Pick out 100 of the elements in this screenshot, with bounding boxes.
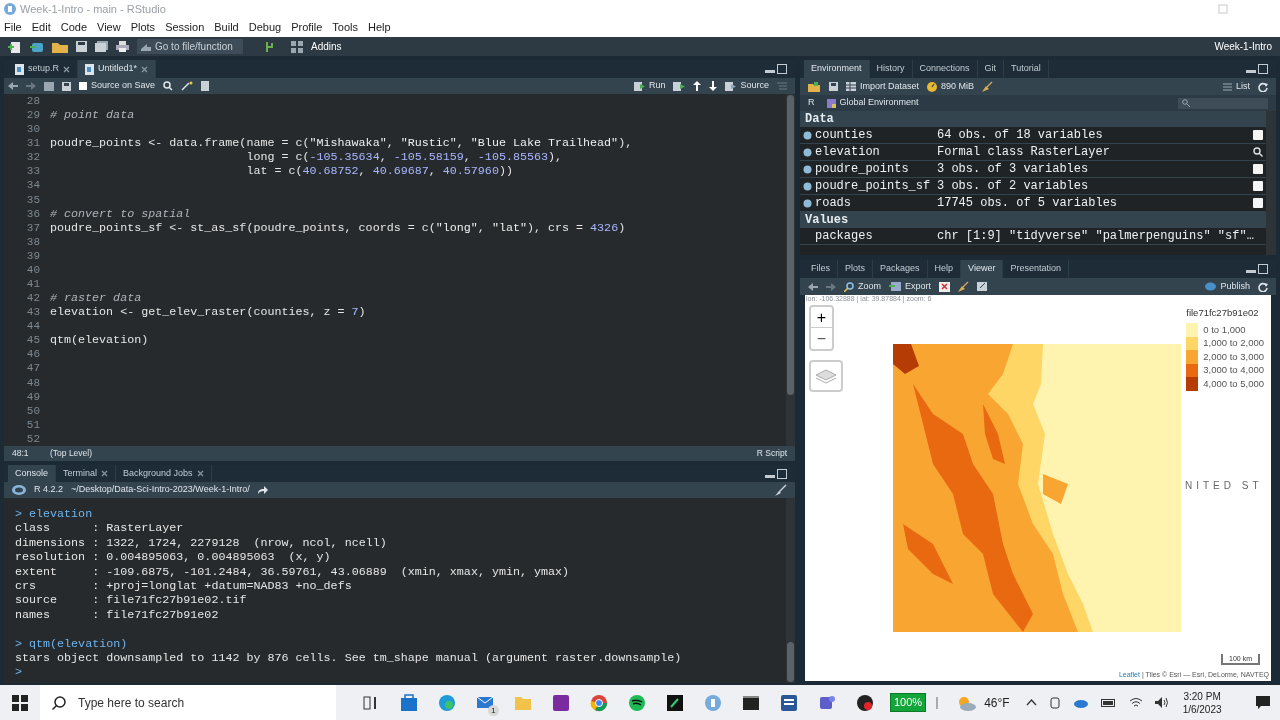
expand-dot-icon[interactable] xyxy=(803,198,812,208)
maximize-icon[interactable] xyxy=(777,64,787,74)
word-icon[interactable] xyxy=(780,693,798,712)
recording-app-icon[interactable] xyxy=(856,693,874,712)
go-to-directory-icon[interactable] xyxy=(257,486,268,494)
broom-icon[interactable] xyxy=(958,281,970,292)
chrome-icon[interactable] xyxy=(590,693,608,712)
show-in-window-icon[interactable] xyxy=(44,81,54,91)
print-icon[interactable] xyxy=(116,41,129,52)
environment-row[interactable]: elevation Formal class RasterLayer xyxy=(800,144,1266,161)
open-project-icon[interactable] xyxy=(30,40,44,53)
magic-wand-icon[interactable] xyxy=(181,81,194,91)
search-icon[interactable] xyxy=(1253,147,1263,157)
refresh-icon[interactable] xyxy=(1258,281,1268,292)
close-icon[interactable] xyxy=(63,65,71,73)
terminal-app-icon[interactable] xyxy=(666,693,684,712)
menu-item[interactable]: Profile xyxy=(291,19,323,36)
pane-tab[interactable]: Environment xyxy=(804,60,870,78)
source-on-save-checkbox[interactable]: Source on Save xyxy=(79,79,156,93)
up-arrow-icon[interactable] xyxy=(693,81,702,91)
environment-row[interactable]: counties 64 obs. of 18 variables xyxy=(800,127,1266,144)
chevron-up-icon[interactable] xyxy=(1025,699,1037,706)
close-icon[interactable] xyxy=(196,470,204,477)
menu-item[interactable]: File xyxy=(4,19,22,36)
folder-icon[interactable] xyxy=(52,40,68,53)
scrollbar[interactable] xyxy=(786,94,795,446)
search-icon[interactable] xyxy=(163,81,174,91)
expand-dot-icon[interactable] xyxy=(803,164,812,174)
search-field[interactable] xyxy=(1178,97,1268,109)
menu-item[interactable]: Tools xyxy=(332,19,359,36)
taskbar-search-field[interactable]: Type here to search xyxy=(40,685,336,720)
pane-tab[interactable]: Console xyxy=(8,465,57,482)
maximize-icon[interactable] xyxy=(1258,264,1268,274)
cloud-icon[interactable] xyxy=(1072,697,1089,708)
device-icon[interactable] xyxy=(1048,696,1061,709)
menu-item[interactable]: Edit xyxy=(31,19,51,36)
memory-usage-button[interactable]: 890 MiB xyxy=(927,79,975,94)
rerun-icon[interactable] xyxy=(673,81,686,91)
import-dataset-button[interactable]: Import Dataset xyxy=(846,79,920,94)
save-icon[interactable] xyxy=(76,41,87,52)
windows-start-icon[interactable] xyxy=(12,694,28,711)
grid-icon[interactable] xyxy=(291,40,303,53)
git-branch-icon[interactable] xyxy=(263,40,275,53)
notifications-icon[interactable] xyxy=(1256,696,1270,709)
zoom-button[interactable]: Zoom xyxy=(844,279,881,294)
maximize-icon[interactable] xyxy=(777,468,787,479)
publish-menu[interactable]: Publish xyxy=(1205,279,1250,294)
load-workspace-icon[interactable] xyxy=(808,81,821,92)
broom-icon[interactable] xyxy=(982,81,994,92)
menu-item[interactable]: View xyxy=(97,19,121,36)
environment-row[interactable]: poudre_points 3 obs. of 3 variables xyxy=(800,161,1266,178)
scope-menu[interactable]: (Top Level) xyxy=(50,447,93,460)
language-menu[interactable]: R xyxy=(808,96,815,110)
back-icon[interactable] xyxy=(8,82,18,90)
refresh-icon[interactable] xyxy=(1258,81,1268,92)
save-icon[interactable] xyxy=(62,81,71,91)
clear-console-icon[interactable] xyxy=(775,484,787,496)
spotify-icon[interactable] xyxy=(628,693,646,712)
close-icon[interactable] xyxy=(141,65,149,73)
environment-row[interactable]: poudre_points_sf 3 obs. of 2 variables xyxy=(800,178,1266,195)
scrollbar[interactable] xyxy=(1266,111,1276,255)
close-icon[interactable] xyxy=(101,470,109,477)
file-type-menu[interactable]: R Script xyxy=(756,447,787,460)
zoom-out-button[interactable]: − xyxy=(811,328,832,349)
scrollbar[interactable] xyxy=(786,498,795,683)
save-icon[interactable] xyxy=(829,82,838,91)
onenote-icon[interactable] xyxy=(552,693,570,712)
zoom-in-button[interactable]: + xyxy=(811,307,832,328)
menu-item[interactable]: Code xyxy=(60,19,87,36)
menu-item[interactable]: Plots xyxy=(130,19,156,36)
volume-icon[interactable] xyxy=(1154,697,1169,708)
menu-item[interactable]: Debug xyxy=(248,19,282,36)
save-all-icon[interactable] xyxy=(95,41,108,52)
edge-icon[interactable] xyxy=(438,693,456,712)
pane-tab[interactable]: Untitled1* xyxy=(78,60,157,78)
new-file-icon[interactable] xyxy=(8,40,22,53)
expand-dot-icon[interactable] xyxy=(803,181,812,191)
menu-item[interactable]: Session xyxy=(165,19,205,36)
remove-icon[interactable] xyxy=(939,281,951,292)
back-icon[interactable] xyxy=(808,282,818,291)
battery-icon[interactable] xyxy=(1100,698,1117,707)
menu-item[interactable]: Help xyxy=(368,19,391,36)
wifi-icon[interactable] xyxy=(1128,697,1143,708)
export-menu[interactable]: Export xyxy=(889,279,932,294)
down-arrow-icon[interactable] xyxy=(709,81,718,91)
document-icon[interactable] xyxy=(201,81,210,91)
environment-menu[interactable]: Global Environment xyxy=(826,96,919,110)
expand-dot-icon[interactable] xyxy=(803,130,812,140)
environment-row[interactable]: packages chr [1:9] "tidyverse" "palmerpenguins" "sf"… xyxy=(800,228,1266,245)
menu-item[interactable]: Build xyxy=(214,19,239,36)
project-menu[interactable]: Week-1-Intro xyxy=(1214,39,1272,54)
store-icon[interactable] xyxy=(400,693,418,712)
run-button[interactable]: Run xyxy=(633,79,666,93)
new-window-icon[interactable] xyxy=(977,282,988,291)
go-to-file-field[interactable]: Go to file/function xyxy=(137,39,243,54)
teams-icon[interactable] xyxy=(818,693,836,712)
pane-tab[interactable]: Viewer xyxy=(961,260,1004,278)
maximize-icon[interactable] xyxy=(1258,64,1268,74)
source-button[interactable]: Source xyxy=(725,79,769,93)
command-prompt-icon[interactable] xyxy=(742,693,760,712)
